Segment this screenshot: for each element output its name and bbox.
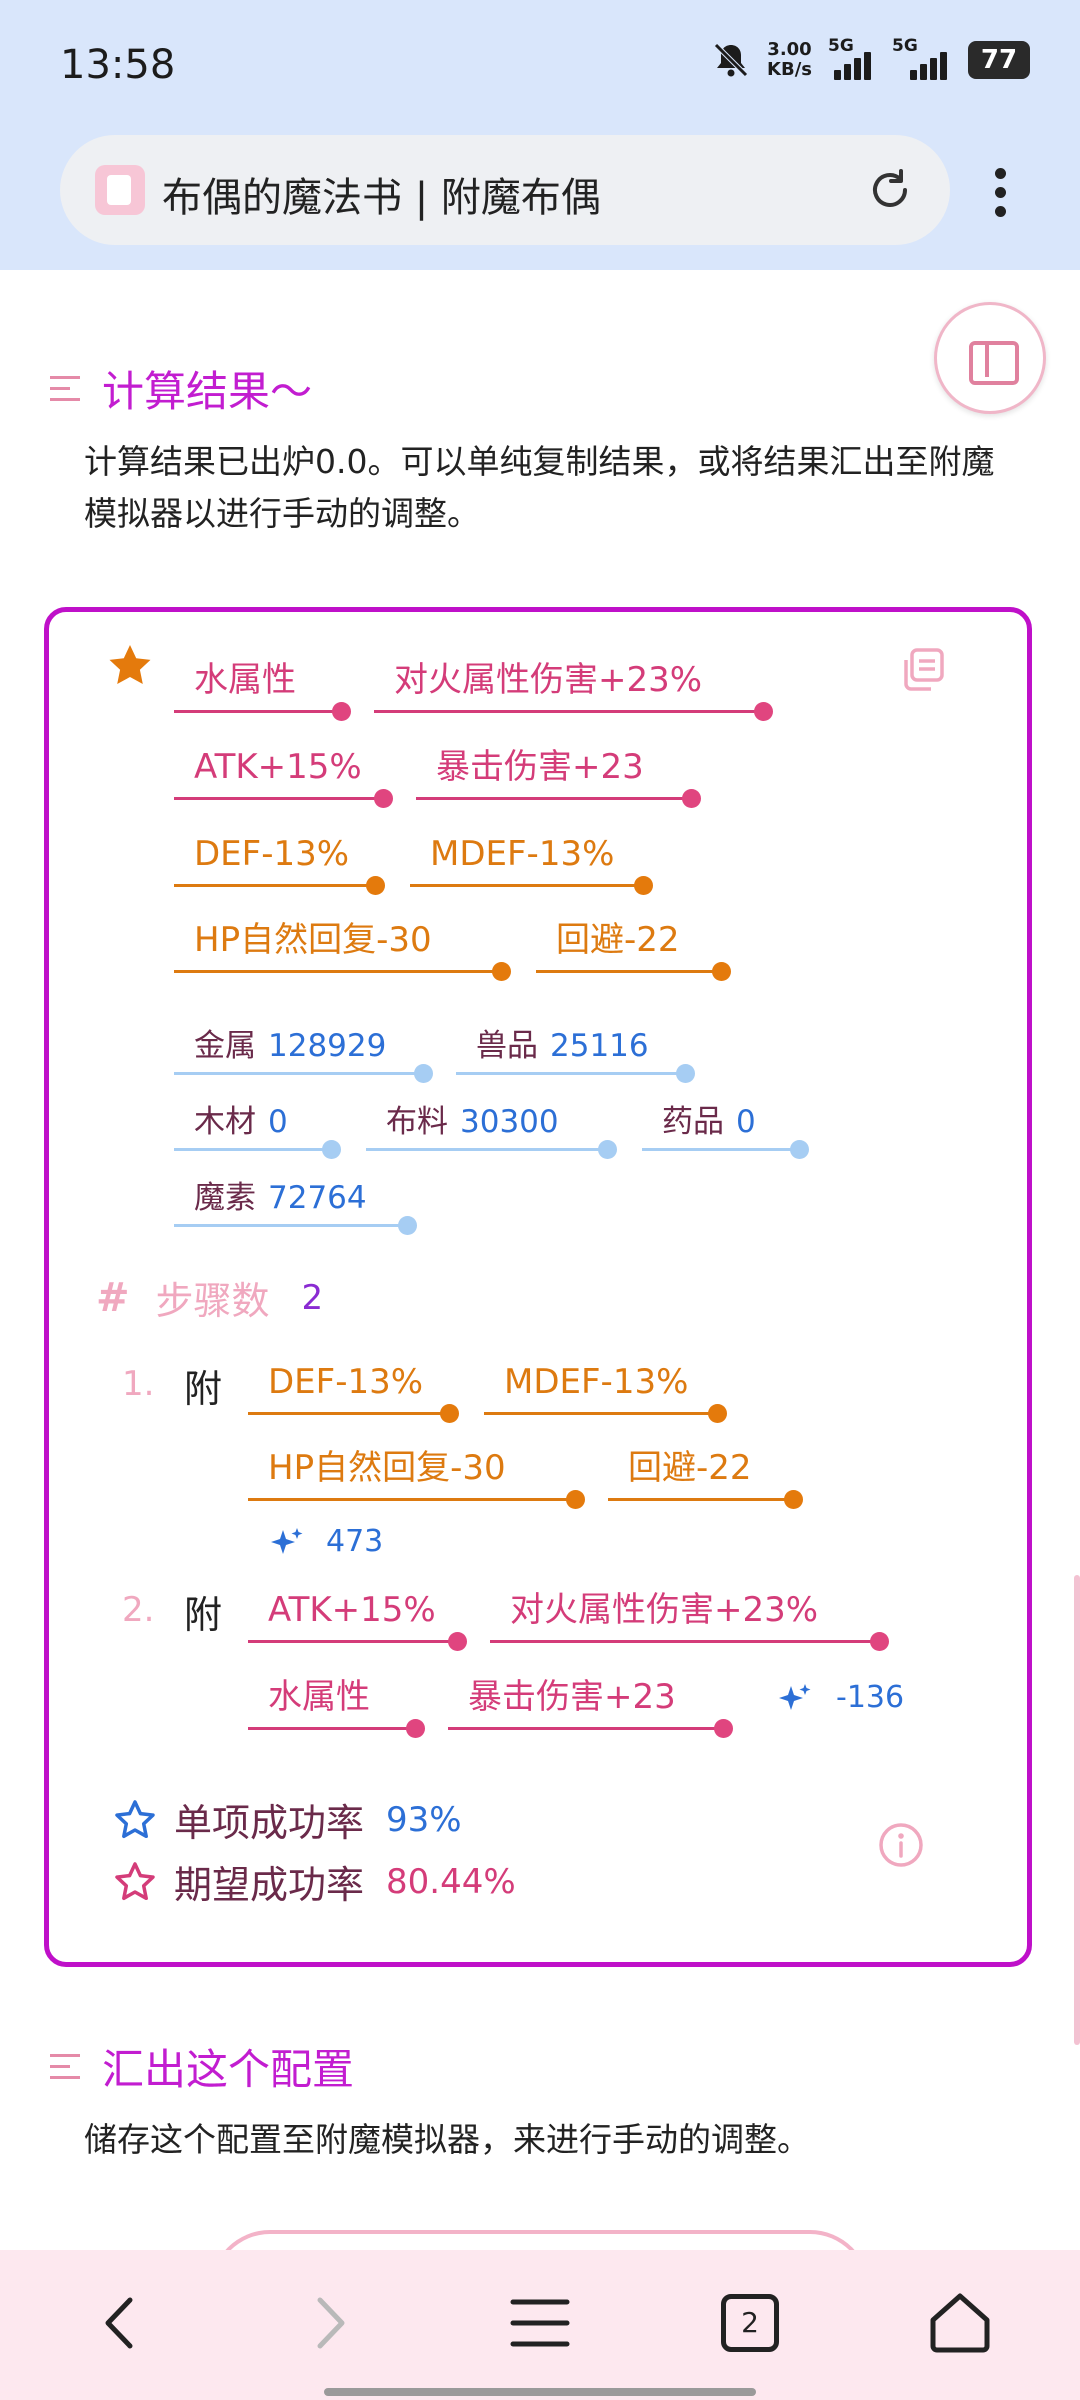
expected-rate-row: 期望成功率 80.44% — [114, 1854, 516, 1909]
step-chip: 对火属性伤害+23% — [490, 1585, 889, 1651]
step-action: 附 — [184, 1367, 223, 1411]
attr-chip: 水属性 — [174, 655, 351, 721]
sidebar-toggle-button[interactable] — [934, 302, 1046, 414]
star-outline-icon — [115, 1799, 155, 1838]
sparkle-icon — [271, 1528, 303, 1554]
section-description: 计算结果已出炉0.0。可以单纯复制结果，或将结果汇出至附魔模拟器以进行手动的调整… — [84, 442, 995, 533]
section-title: 计算结果～ — [102, 367, 313, 416]
battery-icon: 77 — [968, 41, 1030, 79]
step-number: 2. — [122, 1590, 155, 1630]
steps-label: 步骤数 — [155, 1279, 270, 1323]
status-icons: 3.00 KB/s 5G 5G 77 — [711, 36, 1030, 80]
bell-muted-icon — [714, 43, 748, 77]
signal-sim2-icon: 5G — [892, 36, 952, 80]
status-time: 13:58 — [60, 42, 176, 88]
attr-chip: ATK+15% — [174, 742, 393, 808]
single-rate-row: 单项成功率 93% — [114, 1792, 462, 1847]
step-chip: 水属性 — [248, 1672, 425, 1738]
reload-icon[interactable] — [865, 165, 915, 215]
section-header-export: 汇出这个配置 — [50, 2036, 354, 2097]
page-title: 布偶的魔法书 | 附魔布偶 — [162, 175, 601, 221]
step-chip: ATK+15% — [248, 1585, 467, 1651]
scrollbar[interactable] — [1074, 1575, 1080, 2045]
sparkle-icon — [779, 1684, 811, 1710]
material-item: 药品 0 — [642, 1097, 809, 1159]
section-description: 储存这个配置至附魔模拟器，来进行手动的调整。 — [84, 2120, 810, 2159]
step-cost: 473 — [326, 1524, 384, 1559]
menu-icon[interactable] — [505, 2288, 575, 2358]
browser-toolbar: 布偶的魔法书 | 附魔布偶 — [0, 135, 1080, 270]
attr-chip: 暴击伤害+23 — [416, 742, 701, 808]
tab-count: 2 — [721, 2294, 779, 2352]
info-icon[interactable] — [878, 1822, 924, 1868]
bottom-nav: 2 — [0, 2250, 1080, 2400]
attr-chip: MDEF-13% — [410, 829, 653, 895]
steps-count: 2 — [301, 1277, 324, 1318]
address-bar[interactable]: 布偶的魔法书 | 附魔布偶 — [60, 135, 950, 245]
site-favicon — [95, 165, 145, 215]
section-header-result: 计算结果～ — [50, 358, 312, 419]
hash-icon: # — [96, 1274, 130, 1321]
material-item: 魔素 72764 — [174, 1173, 417, 1235]
list-icon — [50, 2053, 80, 2080]
step-chip: HP自然回复-30 — [248, 1443, 585, 1509]
material-item: 兽品 25116 — [456, 1021, 695, 1083]
step-chip: MDEF-13% — [484, 1357, 727, 1423]
attr-chip: HP自然回复-30 — [174, 915, 511, 981]
copy-icon[interactable] — [898, 646, 946, 694]
material-item: 木材 0 — [174, 1097, 341, 1159]
forward-icon[interactable] — [294, 2288, 364, 2358]
list-icon — [50, 375, 80, 402]
step-action: 附 — [184, 1593, 223, 1637]
back-icon[interactable] — [86, 2288, 156, 2358]
section-title: 汇出这个配置 — [102, 2045, 355, 2094]
material-item: 布料 30300 — [366, 1097, 617, 1159]
attr-chip: 回避-22 — [536, 915, 731, 981]
star-icon — [109, 645, 151, 684]
home-icon[interactable] — [925, 2288, 995, 2358]
status-bar: 13:58 3.00 KB/s 5G 5G 77 — [0, 0, 1080, 135]
attr-chip: 对火属性伤害+23% — [374, 655, 773, 721]
step-chip: 暴击伤害+23 — [448, 1672, 733, 1738]
more-menu-icon[interactable] — [985, 160, 1015, 230]
gesture-bar — [324, 2388, 756, 2396]
step-chip: 回避-22 — [608, 1443, 803, 1509]
star-outline-icon — [115, 1861, 155, 1900]
attr-chip: DEF-13% — [174, 829, 385, 895]
step-number: 1. — [122, 1364, 155, 1404]
tabs-button[interactable]: 2 — [715, 2288, 785, 2358]
signal-sim1-icon: 5G — [828, 36, 876, 80]
step-chip: DEF-13% — [248, 1357, 459, 1423]
net-speed: 3.00 KB/s — [767, 39, 812, 80]
material-item: 金属 128929 — [174, 1021, 433, 1083]
steps-header: # 步骤数 2 — [96, 1270, 323, 1325]
step-cost: -136 — [836, 1680, 905, 1715]
